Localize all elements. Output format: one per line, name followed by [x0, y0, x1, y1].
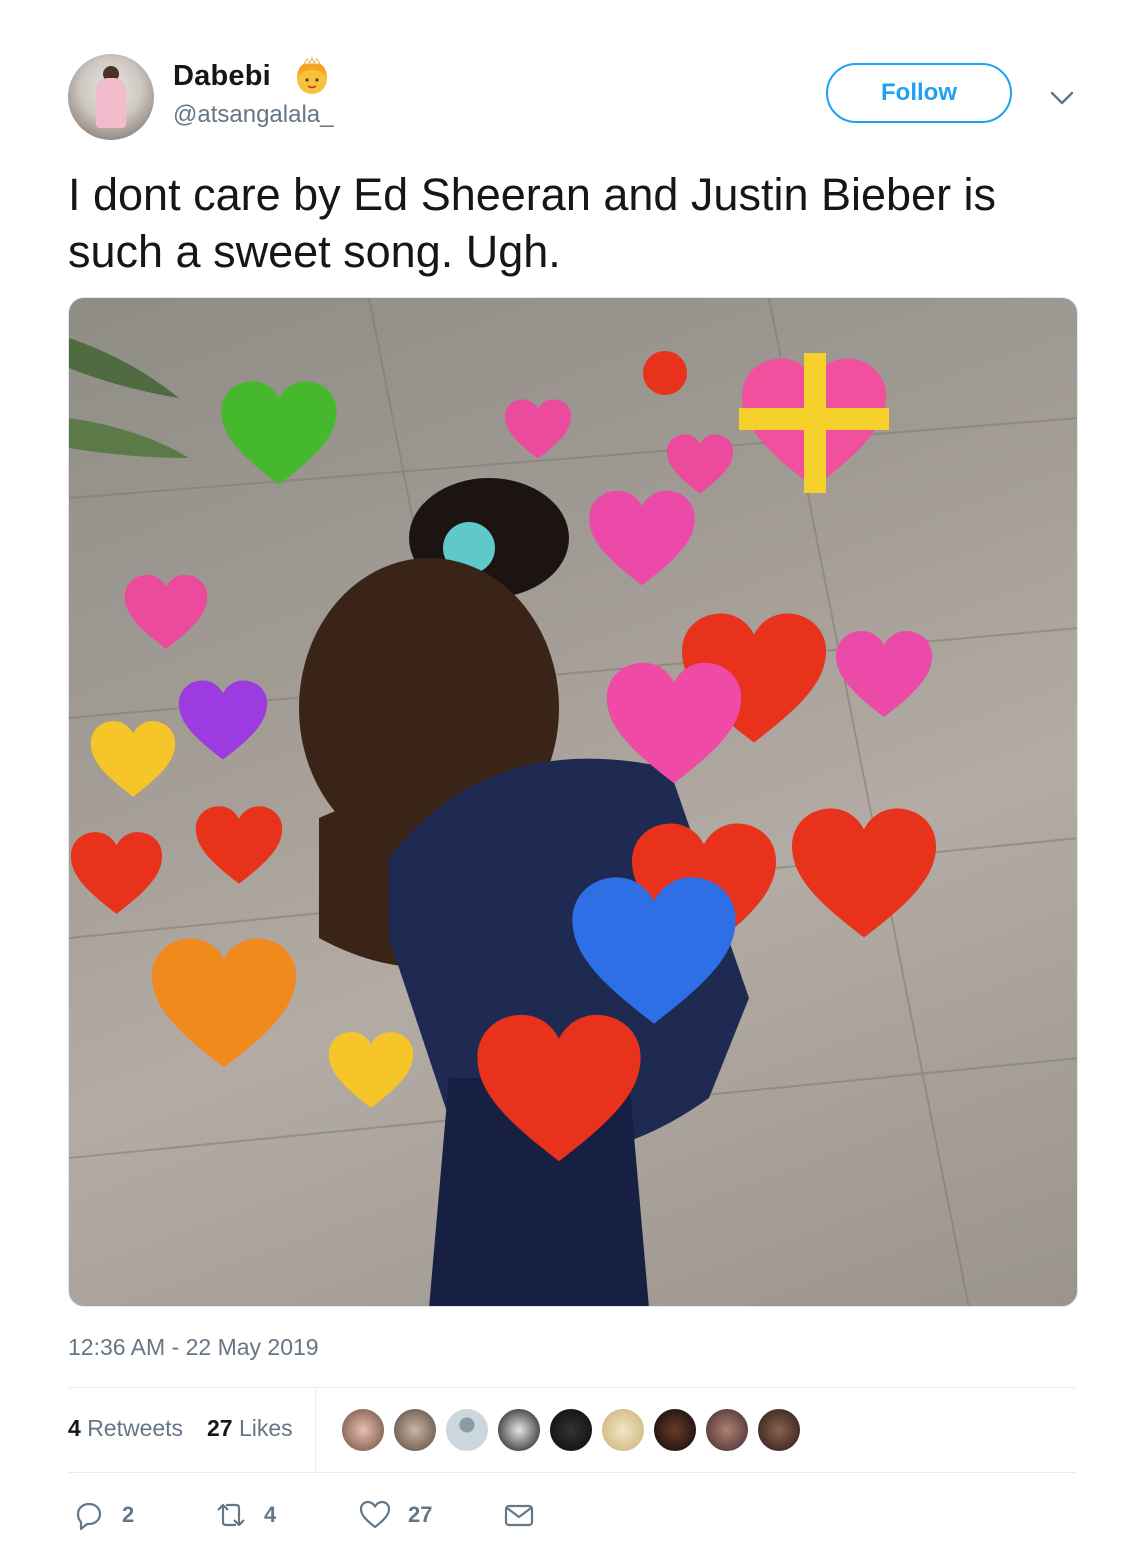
like-count: 27: [408, 1502, 433, 1527]
tweet-media-image[interactable]: [68, 297, 1078, 1307]
liker-avatar[interactable]: [600, 1407, 646, 1453]
liker-avatar[interactable]: [496, 1407, 542, 1453]
avatar-figure: [96, 78, 126, 128]
liker-avatar[interactable]: [340, 1407, 386, 1453]
liker-avatar[interactable]: [444, 1407, 490, 1453]
like-button[interactable]: 27: [358, 1498, 432, 1532]
divider-bottom: [68, 1472, 1076, 1473]
retweet-icon: [217, 1503, 245, 1527]
liker-avatar[interactable]: [652, 1407, 698, 1453]
chevron-down-icon[interactable]: [1046, 82, 1078, 114]
reply-count: 2: [122, 1502, 135, 1527]
liker-avatar[interactable]: [548, 1407, 594, 1453]
liker-avatar[interactable]: [392, 1407, 438, 1453]
tweet-text: I dont care by Ed Sheeran and Justin Bie…: [68, 169, 997, 277]
likes-label: Likes: [238, 1415, 293, 1441]
divider-top: [68, 1387, 1076, 1388]
avatar[interactable]: [68, 54, 154, 140]
retweet-count: 4: [264, 1502, 277, 1527]
likes-count: 27: [207, 1415, 233, 1441]
reply-icon: [76, 1502, 102, 1531]
envelope-icon: [504, 1504, 534, 1527]
liker-avatars: [340, 1407, 802, 1453]
user-handle[interactable]: @atsangalala_: [173, 101, 333, 129]
direct-message-button[interactable]: [502, 1498, 536, 1532]
retweets-count: 4: [68, 1415, 81, 1441]
reply-button[interactable]: 2: [72, 1498, 134, 1532]
liker-avatar[interactable]: [704, 1407, 750, 1453]
retweets-stat[interactable]: 4 Retweets: [68, 1415, 183, 1442]
liker-avatar[interactable]: [756, 1407, 802, 1453]
display-name[interactable]: Dabebi: [173, 60, 271, 93]
retweet-button[interactable]: 4: [214, 1498, 276, 1532]
tweet-timestamp[interactable]: 12:36 AM - 22 May 2019: [68, 1334, 319, 1361]
follow-button[interactable]: Follow: [826, 63, 1012, 123]
hearts-meme-illustration: [69, 298, 1077, 1306]
princess-emoji-icon: [297, 56, 327, 94]
retweets-label: Retweets: [87, 1415, 184, 1441]
stats-separator: [315, 1388, 316, 1472]
likes-stat[interactable]: 27 Likes: [207, 1415, 293, 1442]
heart-icon: [359, 1500, 391, 1529]
